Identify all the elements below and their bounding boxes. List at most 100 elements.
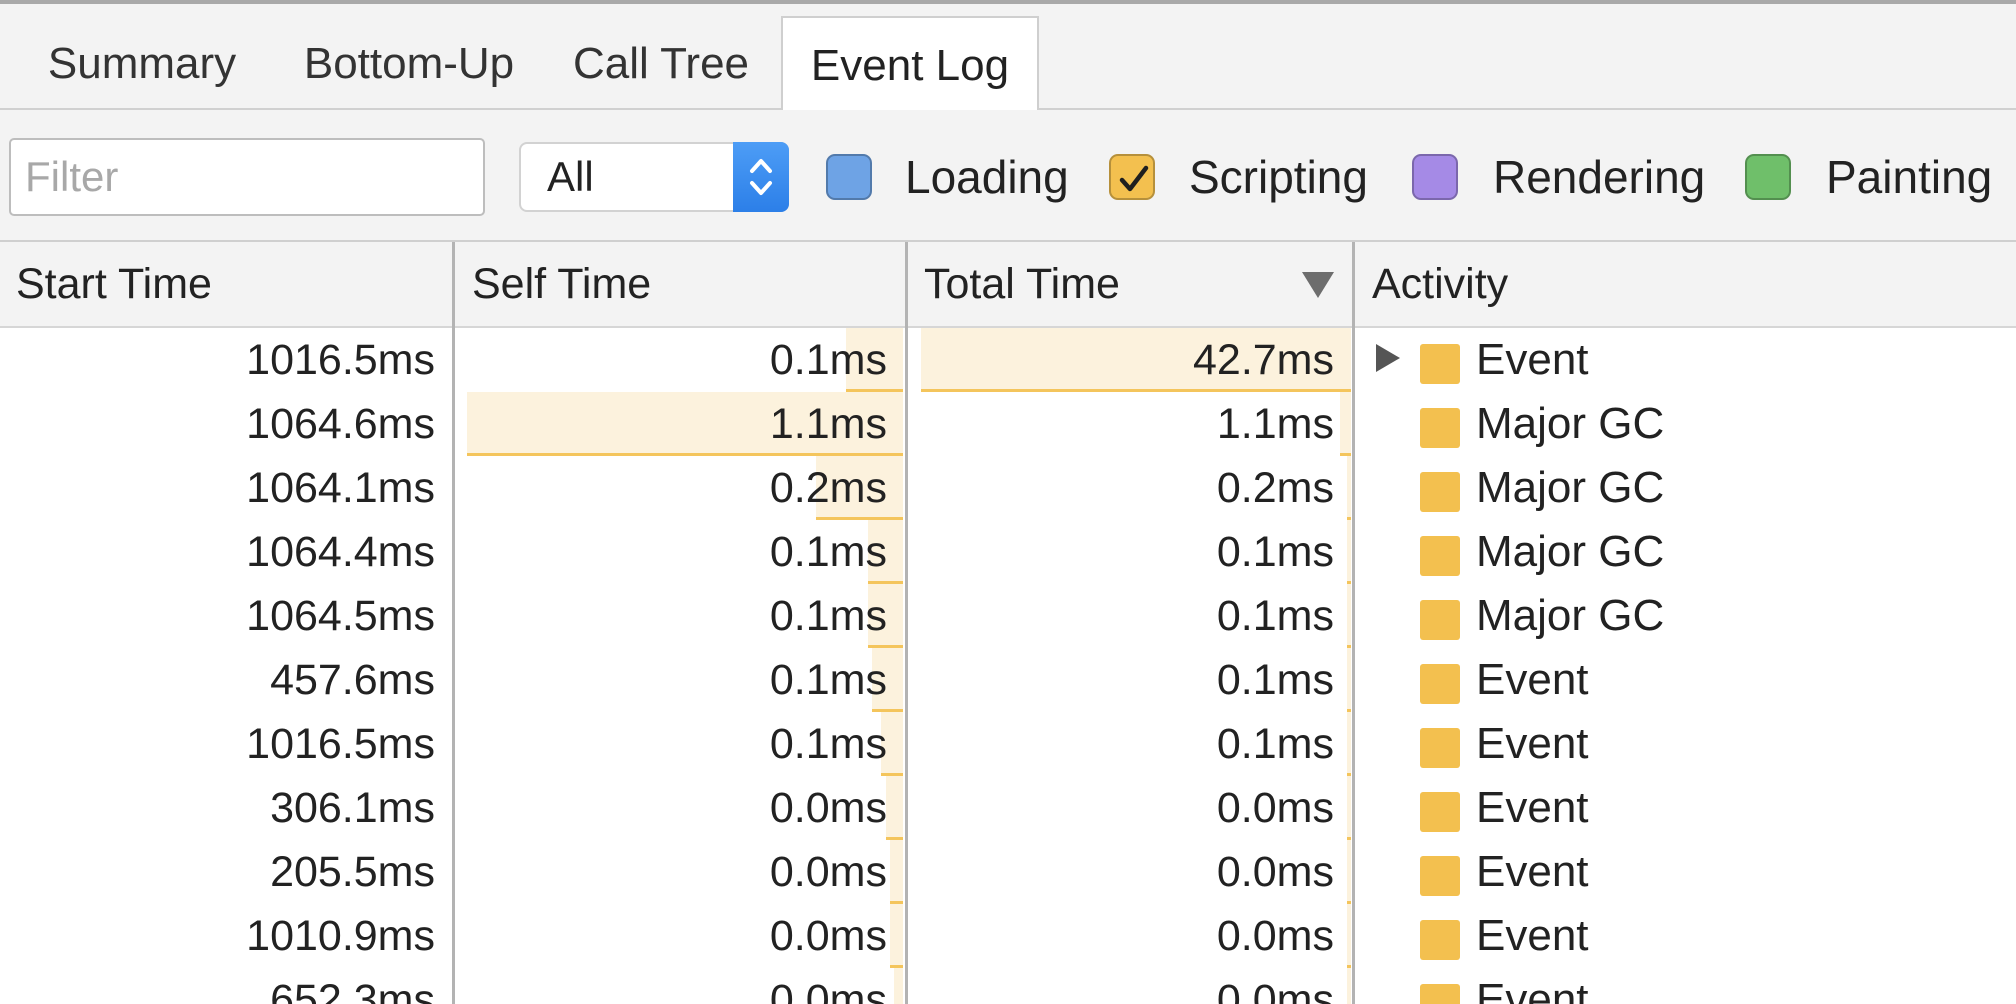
scripting-category-swatch: [1420, 408, 1460, 448]
column-header-self-time[interactable]: Self Time: [472, 242, 651, 326]
total-time-bar: [1347, 776, 1351, 840]
activity-cell: Major GC: [1476, 399, 1665, 448]
self-time-bar: [890, 904, 903, 968]
activity-cell: Major GC: [1476, 591, 1665, 640]
table-row[interactable]: 1016.5ms 0.1ms 0.1ms Event: [0, 712, 2016, 776]
filter-input[interactable]: [9, 138, 485, 216]
total-time-bar: [1347, 840, 1351, 904]
total-time-bar: [1347, 584, 1351, 648]
rendering-checkbox[interactable]: [1412, 154, 1458, 200]
loading-label: Loading: [905, 151, 1069, 203]
self-time-cell: 0.1ms: [769, 592, 887, 640]
activity-cell: Event: [1476, 655, 1589, 704]
total-time-bar: [1347, 968, 1351, 1004]
total-time-cell: 0.1ms: [1216, 592, 1334, 640]
start-time-cell: 1016.5ms: [246, 336, 435, 384]
total-time-cell: 0.1ms: [1216, 528, 1334, 576]
scripting-category-swatch: [1420, 792, 1460, 832]
rendering-label: Rendering: [1493, 151, 1706, 203]
self-time-cell: 0.1ms: [769, 720, 887, 768]
start-time-cell: 1064.5ms: [246, 592, 435, 640]
scripting-category-swatch: [1420, 856, 1460, 896]
start-time-cell: 306.1ms: [270, 784, 435, 832]
tab-bottom-up[interactable]: Bottom-Up: [274, 16, 544, 112]
table-row[interactable]: 1010.9ms 0.0ms 0.0ms Event: [0, 904, 2016, 968]
activity-cell: Event: [1476, 783, 1589, 832]
table-row[interactable]: 1064.6ms 1.1ms 1.1ms Major GC: [0, 392, 2016, 456]
table-row[interactable]: 1016.5ms 0.1ms 42.7ms Event: [0, 328, 2016, 392]
total-time-bar: [1347, 520, 1351, 584]
event-log-table: 1016.5ms 0.1ms 42.7ms Event 1064.6ms 1.1ms 1.1…: [0, 328, 2016, 1004]
tab-summary[interactable]: Summary: [20, 16, 264, 112]
self-time-cell: 0.0ms: [769, 976, 887, 1004]
total-time-bar: [1347, 904, 1351, 968]
self-time-cell: 0.2ms: [769, 464, 887, 512]
column-header-activity[interactable]: Activity: [1372, 242, 1508, 326]
tab-event-log[interactable]: Event Log: [781, 16, 1039, 112]
sort-descending-icon: [1302, 272, 1334, 298]
scripting-category-swatch: [1420, 984, 1460, 1004]
table-row[interactable]: 1064.5ms 0.1ms 0.1ms Major GC: [0, 584, 2016, 648]
scripting-category-swatch: [1420, 344, 1460, 384]
self-time-cell: 0.0ms: [769, 784, 887, 832]
scripting-category-swatch: [1420, 728, 1460, 768]
painting-label: Painting: [1826, 151, 1993, 203]
scripting-category-swatch: [1420, 472, 1460, 512]
total-time-bar: [1340, 392, 1351, 456]
activity-cell: Event: [1476, 847, 1589, 896]
self-time-bar: [886, 776, 903, 840]
total-time-cell: 42.7ms: [1192, 336, 1334, 384]
start-time-cell: 652.3ms: [270, 976, 435, 1004]
total-time-cell: 0.1ms: [1216, 720, 1334, 768]
table-row[interactable]: 457.6ms 0.1ms 0.1ms Event: [0, 648, 2016, 712]
self-time-cell: 0.1ms: [769, 656, 887, 704]
activity-cell: Event: [1476, 911, 1589, 960]
start-time-cell: 1064.6ms: [246, 400, 435, 448]
table-row[interactable]: 1064.1ms 0.2ms 0.2ms Major GC: [0, 456, 2016, 520]
checkmark-icon: [1119, 165, 1149, 192]
activity-cell: Event: [1476, 975, 1589, 1004]
table-header: Start Time Self Time Total Time Activity: [0, 242, 2016, 328]
total-time-cell: 0.0ms: [1216, 912, 1334, 960]
select-stepper-icon: [733, 142, 789, 212]
start-time-cell: 1016.5ms: [246, 720, 435, 768]
self-time-cell: 0.0ms: [769, 848, 887, 896]
tab-call-tree[interactable]: Call Tree: [554, 16, 768, 112]
total-time-cell: 0.0ms: [1216, 976, 1334, 1004]
scripting-category-swatch: [1420, 920, 1460, 960]
total-time-bar: [1347, 456, 1351, 520]
scripting-category-swatch: [1420, 536, 1460, 576]
total-time-cell: 0.2ms: [1216, 464, 1334, 512]
expand-triangle-icon[interactable]: [1376, 344, 1400, 372]
activity-cell: Event: [1476, 719, 1589, 768]
activity-cell: Event: [1476, 335, 1589, 384]
start-time-cell: 1010.9ms: [246, 912, 435, 960]
table-row[interactable]: 652.3ms 0.0ms 0.0ms Event: [0, 968, 2016, 1004]
start-time-cell: 457.6ms: [270, 656, 435, 704]
self-time-bar: [890, 840, 903, 904]
self-time-cell: 0.0ms: [769, 912, 887, 960]
self-time-cell: 0.1ms: [769, 336, 887, 384]
category-select[interactable]: All: [519, 142, 789, 212]
column-header-start-time[interactable]: Start Time: [16, 242, 212, 326]
loading-checkbox[interactable]: [826, 154, 872, 200]
column-header-total-time[interactable]: Total Time: [924, 242, 1120, 326]
total-time-cell: 1.1ms: [1216, 400, 1334, 448]
scripting-label: Scripting: [1189, 151, 1368, 203]
total-time-bar: [1347, 648, 1351, 712]
total-time-bar: [1347, 712, 1351, 776]
table-row[interactable]: 306.1ms 0.0ms 0.0ms Event: [0, 776, 2016, 840]
total-time-cell: 0.1ms: [1216, 656, 1334, 704]
table-row[interactable]: 205.5ms 0.0ms 0.0ms Event: [0, 840, 2016, 904]
scripting-checkbox[interactable]: [1109, 154, 1155, 200]
self-time-cell: 0.1ms: [769, 528, 887, 576]
scripting-category-swatch: [1420, 600, 1460, 640]
self-time-bar: [894, 968, 903, 1004]
total-time-cell: 0.0ms: [1216, 784, 1334, 832]
start-time-cell: 1064.4ms: [246, 528, 435, 576]
activity-cell: Major GC: [1476, 463, 1665, 512]
table-row[interactable]: 1064.4ms 0.1ms 0.1ms Major GC: [0, 520, 2016, 584]
self-time-cell: 1.1ms: [769, 400, 887, 448]
details-tab-bar: Summary Bottom-Up Call Tree Event Log: [0, 4, 2016, 112]
painting-checkbox[interactable]: [1745, 154, 1791, 200]
